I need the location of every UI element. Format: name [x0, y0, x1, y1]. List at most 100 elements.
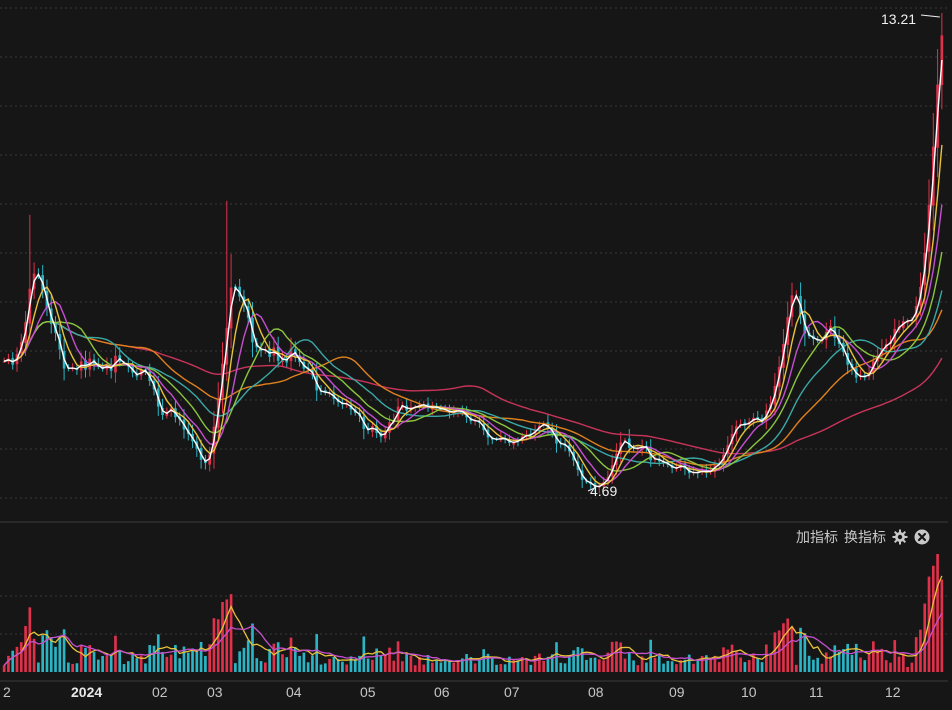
volume-bar [306, 662, 310, 672]
volume-bar [32, 638, 36, 672]
x-axis-label: 2 [3, 684, 11, 700]
x-axis-label: 05 [360, 684, 376, 700]
volume-bar [516, 660, 520, 672]
volume-bar [884, 660, 888, 672]
volume-bar [615, 641, 618, 672]
volume-bar [426, 655, 430, 672]
volume-bar [255, 658, 259, 672]
volume-bar [790, 627, 794, 672]
volume-bar [79, 645, 83, 672]
volume-bar [666, 660, 670, 672]
volume-bar [589, 657, 593, 672]
volume-bar [670, 661, 674, 672]
x-axis-label: 08 [588, 684, 604, 700]
volume-bar [19, 642, 23, 672]
x-axis-label: 12 [885, 684, 901, 700]
volume-bar [323, 663, 327, 672]
volume-bar [58, 637, 62, 672]
volume-bar [936, 554, 939, 672]
x-axis-label: 10 [741, 684, 757, 700]
high-price-annotation: 13.21 [881, 11, 917, 27]
volume-bar [401, 661, 404, 672]
volume-bar [186, 652, 190, 672]
volume-bar [538, 653, 541, 672]
volume-bar [559, 662, 563, 672]
volume-bar [867, 652, 871, 672]
volume-bar [298, 655, 301, 672]
volume-bar [657, 653, 661, 672]
volume-bar [722, 647, 725, 672]
volume-bar [238, 651, 241, 672]
volume-bar [568, 655, 571, 672]
volume-bar [563, 663, 567, 672]
volume-bar [910, 662, 914, 672]
volume-bar [302, 652, 306, 672]
volume-bar [272, 643, 276, 672]
volume-bar [251, 623, 254, 672]
stock-chart-window: 13.21 4.69 加指标 换指标 2 2024 02 03 04 05 06… [0, 0, 952, 710]
high-annotation-arrow [920, 14, 940, 18]
volume-bar [366, 658, 370, 672]
close-icon[interactable] [914, 529, 930, 545]
volume-bar [383, 655, 387, 672]
volume-bar [49, 637, 53, 672]
volume-bar [889, 662, 892, 672]
volume-bar [234, 663, 237, 672]
volume-bar [730, 644, 734, 672]
gear-icon[interactable] [892, 529, 908, 545]
volume-bar [7, 655, 10, 672]
volume-bar [216, 619, 220, 672]
volume-bar [152, 645, 156, 672]
volume-bar [144, 663, 147, 672]
volume-bar [169, 654, 173, 672]
volume-bar [319, 664, 323, 672]
volume-bar [122, 664, 126, 672]
chart-canvas[interactable] [0, 0, 952, 710]
volume-bar [593, 657, 597, 672]
volume-bar [148, 645, 152, 672]
volume-bar [893, 640, 897, 672]
add-indicator-button[interactable]: 加指标 [796, 527, 838, 547]
volume-bar [495, 664, 498, 672]
volume-bar [649, 639, 653, 672]
volume-bar [760, 662, 764, 672]
volume-bar [448, 661, 451, 672]
volume-bar [75, 663, 79, 672]
ma-line-yellow [3, 144, 943, 485]
volume-bar [478, 660, 481, 672]
volume-bar [345, 664, 349, 672]
volume-bar [863, 660, 867, 672]
volume-bar [439, 662, 443, 672]
volume-bar [92, 652, 96, 672]
volume-bar [503, 664, 507, 672]
volume-bar [392, 660, 396, 672]
low-price-annotation: 4.69 [590, 483, 618, 499]
volume-bar [739, 657, 742, 672]
volume-bar [413, 665, 417, 672]
volume-bar [54, 646, 57, 672]
volume-bar [409, 655, 413, 672]
volume-bar [105, 655, 109, 672]
volume-bar [696, 659, 700, 672]
volume-bar [803, 633, 807, 672]
volume-bar [717, 662, 721, 672]
x-axis-label: 07 [504, 684, 520, 700]
volume-bar [829, 656, 832, 672]
switch-indicator-button[interactable]: 换指标 [844, 527, 886, 547]
volume-bar [465, 654, 468, 672]
volume-bar [632, 660, 635, 672]
volume-bar [11, 650, 15, 672]
volume-bar [191, 648, 194, 672]
volume-bar [246, 640, 250, 672]
volume-bar [764, 644, 768, 672]
x-axis-label: 04 [286, 684, 302, 700]
volume-bar [131, 652, 134, 672]
volume-bar [84, 647, 87, 672]
volume-bar [542, 660, 545, 672]
volume-bar [422, 664, 426, 672]
volume-bar [165, 656, 169, 672]
volume-bar [897, 656, 901, 672]
volume-bar [289, 637, 293, 672]
volume-bar [328, 659, 331, 672]
volume-bar [490, 657, 494, 672]
